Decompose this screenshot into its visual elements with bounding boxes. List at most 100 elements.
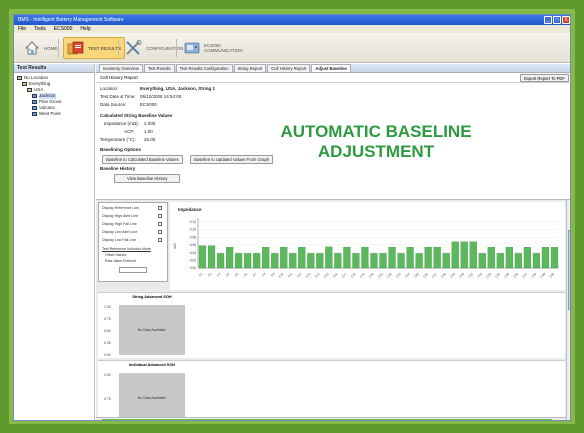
menu-ecs[interactable]: ECS000: [54, 25, 73, 33]
tab-test-results-configuration[interactable]: Test Results Configuration: [175, 64, 233, 72]
tab-string-report[interactable]: String Report: [233, 64, 267, 72]
chart-options-panel: Display Reference Line Display High Alert…: [98, 202, 168, 282]
x-tick-label: C34: [494, 272, 501, 279]
baseline-calculated-button[interactable]: Baseline to Calculated Baseline Values: [102, 155, 183, 164]
string-icon: [32, 106, 37, 110]
soh-y-tick: 0.75: [104, 317, 111, 321]
string-icon: [32, 94, 37, 98]
house-icon: [23, 39, 41, 57]
menu-help[interactable]: Help: [80, 25, 90, 33]
horizontal-scrollbar[interactable]: [96, 417, 566, 420]
reference-value-input[interactable]: [119, 267, 147, 273]
vertical-scroll-thumb[interactable]: [568, 230, 570, 310]
vertical-scrollbar[interactable]: [566, 200, 570, 420]
export-pdf-button[interactable]: Export Report To PDF: [520, 74, 569, 82]
impedance-bar[interactable]: [334, 253, 342, 269]
reference-mode-radio[interactable]: Offset Values: [105, 253, 126, 257]
impedance-bar[interactable]: [289, 253, 297, 269]
impedance-bar[interactable]: [253, 253, 261, 269]
x-tick-label: C24: [404, 272, 411, 279]
impedance-bar[interactable]: [226, 247, 234, 269]
menu-bar: File Tools ECS000 Help: [14, 25, 570, 33]
data-source-label: Data Source:: [100, 102, 127, 107]
option-checkbox[interactable]: [158, 222, 162, 226]
impedance-bar[interactable]: [271, 253, 279, 269]
impedance-bar[interactable]: [198, 245, 207, 269]
impedance-bar[interactable]: [523, 247, 531, 269]
view-baseline-history-button[interactable]: View Baseline History: [114, 174, 181, 183]
x-tick-label: C31: [467, 272, 474, 279]
impedance-bar[interactable]: [244, 253, 252, 269]
impedance-bar[interactable]: [478, 253, 486, 269]
individual-soh-empty-chart: No Data Available.: [119, 373, 185, 420]
impedance-bar[interactable]: [496, 253, 504, 269]
test-results-button[interactable]: TEST RESULTS: [63, 37, 126, 59]
maximize-button[interactable]: □: [553, 16, 561, 24]
ecs-communication-button[interactable]: ECS000 COMMUNICATION: [180, 37, 245, 59]
tab-adjust-baseline[interactable]: Adjust Baseline: [311, 64, 351, 72]
impedance-bar[interactable]: [280, 247, 288, 269]
impedance-bar[interactable]: [262, 247, 270, 269]
option-label: Display High Alert Line: [102, 214, 139, 218]
impedance-bar[interactable]: [235, 253, 243, 269]
impedance-bar[interactable]: [370, 253, 378, 269]
menu-file[interactable]: File: [18, 25, 26, 33]
reference-mode-radio[interactable]: Raw Value Entered: [105, 259, 136, 263]
impedance-bar[interactable]: [442, 253, 450, 269]
impedance-bar[interactable]: [532, 253, 541, 269]
impedance-bar[interactable]: [388, 247, 396, 269]
impedance-bar[interactable]: [451, 241, 459, 269]
soh-y-tick: 0.00: [104, 353, 111, 357]
option-label: Display High Fail Line: [102, 222, 137, 226]
impedance-bar[interactable]: [352, 253, 360, 269]
impedance-bar[interactable]: [343, 247, 351, 269]
x-tick-label: C29: [449, 272, 456, 279]
location-tree-panel: Test Results No Location Everything USA Jac…: [14, 64, 95, 420]
option-checkbox[interactable]: [158, 238, 162, 242]
option-row: Display Low Fail Line: [102, 238, 162, 242]
tab-test-results[interactable]: Test Results: [143, 64, 175, 72]
x-tick-label: C15: [323, 272, 330, 279]
impedance-bar[interactable]: [216, 253, 225, 269]
impedance-bar[interactable]: [406, 247, 414, 269]
impedance-bar[interactable]: [550, 247, 559, 269]
location-value: Everything, USA, Jackson, String 1: [140, 86, 216, 91]
impedance-bar[interactable]: [361, 247, 369, 269]
impedance-bar[interactable]: [397, 253, 405, 269]
string-soh-empty-chart: No Data Available.: [119, 305, 185, 355]
menu-tools[interactable]: Tools: [34, 25, 46, 33]
option-checkbox[interactable]: [158, 230, 162, 234]
y-tick-label: 0.12: [190, 220, 196, 224]
acp-value: 1.00: [144, 129, 153, 134]
impedance-bar[interactable]: [207, 245, 216, 269]
radio-label: Raw Value Entered: [105, 259, 136, 263]
tab-cell-history-report[interactable]: Cell History Report: [267, 64, 311, 72]
impedance-bar[interactable]: [424, 247, 432, 269]
x-tick-label: C40: [548, 272, 555, 279]
close-button[interactable]: X: [562, 16, 570, 24]
impedance-bar[interactable]: [415, 253, 423, 269]
home-button[interactable]: HOME: [20, 37, 61, 59]
minimize-button[interactable]: _: [544, 16, 552, 24]
impedance-bar[interactable]: [433, 247, 441, 269]
impedance-bar[interactable]: [505, 247, 513, 269]
impedance-bar[interactable]: [460, 241, 468, 269]
toolbar-divider: [58, 39, 59, 57]
wrench-screwdriver-icon: [125, 39, 143, 57]
horizontal-scroll-thumb[interactable]: [102, 419, 552, 420]
report-title: Cell History Report: [100, 75, 138, 80]
option-checkbox[interactable]: [158, 206, 162, 210]
tab-inventory-overview[interactable]: Inventory Overview: [99, 64, 143, 72]
x-tick-label: C10: [278, 272, 285, 279]
impedance-bar[interactable]: [298, 247, 306, 269]
impedance-bar[interactable]: [469, 241, 477, 269]
tree-item[interactable]: West Point: [14, 111, 94, 117]
impedance-bar[interactable]: [541, 247, 550, 269]
impedance-bar[interactable]: [325, 246, 333, 269]
option-checkbox[interactable]: [158, 214, 162, 218]
impedance-bar[interactable]: [379, 253, 387, 269]
impedance-bar[interactable]: [307, 253, 315, 269]
impedance-bar[interactable]: [514, 253, 522, 269]
impedance-bar[interactable]: [487, 247, 495, 269]
impedance-bar[interactable]: [316, 253, 324, 269]
